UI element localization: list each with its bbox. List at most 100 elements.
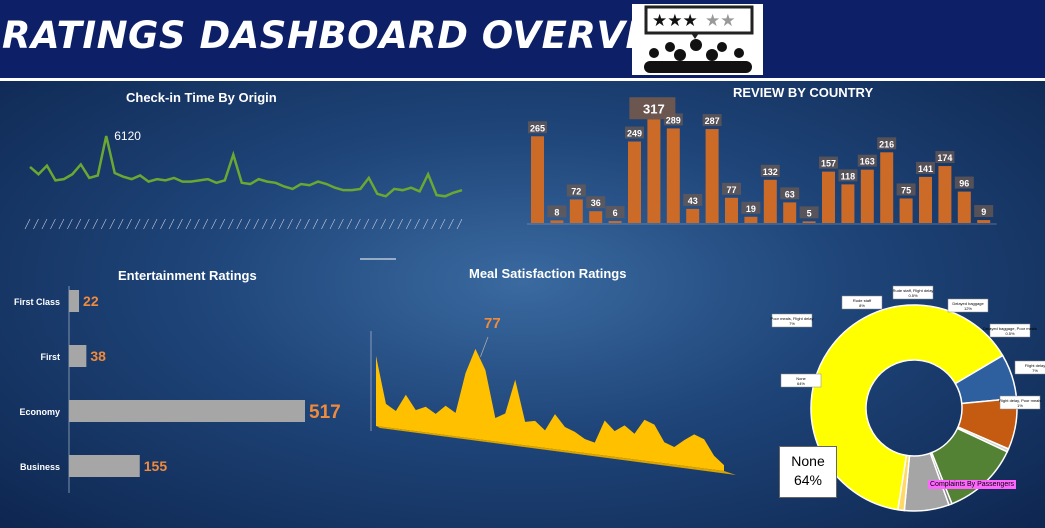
checkin-tick — [287, 218, 293, 230]
checkin-tick — [185, 218, 192, 230]
complaints-callout-pct: 0.5% — [1005, 331, 1015, 336]
checkin-tick — [456, 218, 463, 230]
review-data-label: 265 — [530, 123, 545, 133]
checkin-tick — [84, 218, 90, 230]
review-data-label: 249 — [627, 129, 642, 139]
checkin-tick — [117, 218, 124, 230]
complaints-callout-pct: 64% — [797, 381, 805, 386]
review-bar — [783, 202, 797, 223]
checkin-tick — [67, 218, 73, 230]
review-data-label: 5 — [807, 208, 812, 218]
checkin-tick — [405, 218, 412, 230]
checkin-tick — [278, 218, 285, 230]
checkin-tick — [372, 218, 378, 230]
review-bar — [608, 221, 622, 223]
review-data-label: 72 — [571, 186, 581, 196]
review-bar — [880, 152, 894, 223]
checkin-tick — [363, 218, 370, 230]
checkin-tick — [126, 218, 132, 230]
review-bar — [686, 208, 700, 223]
meal-area-chart: 77 — [370, 315, 736, 475]
checkin-tick — [177, 218, 183, 230]
review-data-label: 287 — [705, 116, 720, 126]
complaints-callout-pct: 7% — [789, 321, 795, 326]
review-bar — [957, 191, 971, 223]
checkin-tick — [219, 218, 226, 230]
review-bar — [647, 119, 661, 223]
review-data-label: 63 — [785, 189, 795, 199]
checkin-tick — [295, 218, 302, 230]
entertainment-value-label: 517 — [309, 402, 341, 423]
entertainment-bar — [69, 400, 305, 422]
meal-peak-label: 77 — [484, 315, 501, 332]
star-rating-icon: ★★★ — [652, 11, 698, 30]
checkin-tick — [143, 218, 149, 230]
donut-callout: None 64% — [779, 446, 837, 498]
review-bar — [919, 176, 932, 223]
entertainment-category-label: Business — [20, 462, 60, 472]
review-bar — [550, 220, 564, 223]
review-data-label: 141 — [918, 164, 933, 174]
entertainment-value-label: 22 — [83, 293, 99, 309]
review-bar-chart: 265 8 72 36 6 249 317289 43 287 77 19 132 63 5 157 118 1… — [527, 97, 997, 225]
complaints-callout-pct: 8% — [859, 303, 865, 308]
donut-callout-label: None — [791, 453, 825, 469]
checkin-tick — [168, 218, 175, 230]
review-data-label: 174 — [937, 153, 952, 163]
review-data-label: 216 — [879, 139, 894, 149]
review-bar — [763, 179, 777, 223]
review-data-label: 132 — [763, 167, 778, 177]
checkin-tick — [160, 218, 166, 230]
review-bar — [860, 169, 874, 223]
checkin-line-chart: 6120 — [24, 129, 463, 260]
review-data-label: 96 — [959, 179, 969, 189]
donut-callout-pct: 64% — [793, 472, 823, 488]
review-bar — [628, 141, 641, 223]
checkin-peak-label: 6120 — [114, 129, 141, 143]
review-bar — [705, 129, 719, 223]
review-bar — [822, 171, 835, 223]
checkin-tick — [109, 218, 115, 230]
review-bar — [531, 136, 544, 223]
checkin-tick — [33, 218, 39, 230]
entertainment-bar — [69, 455, 140, 477]
review-data-label: 75 — [901, 185, 911, 195]
review-bar — [938, 166, 952, 223]
review-data-label: 77 — [726, 185, 736, 195]
charts-svg: 6120 265 8 72 36 6 249 317289 43 287 77 19 132 63 5 15… — [14, 97, 1045, 512]
checkin-tick — [397, 218, 403, 230]
checkin-series-line — [29, 135, 463, 198]
review-bar — [802, 221, 816, 223]
review-bar — [666, 128, 680, 223]
checkin-tick — [414, 218, 420, 230]
review-data-label: 36 — [591, 198, 601, 208]
checkin-tick — [202, 218, 209, 230]
entertainment-value-label: 155 — [144, 458, 168, 474]
entertainment-category-label: First Class — [14, 297, 60, 307]
checkin-tick — [422, 218, 429, 230]
review-bar — [725, 197, 738, 223]
review-data-label: 118 — [841, 171, 856, 181]
checkin-tick — [304, 218, 310, 230]
checkin-tick — [244, 218, 251, 230]
review-data-label: 43 — [688, 196, 698, 206]
checkin-tick — [380, 218, 387, 230]
checkin-tick — [228, 218, 234, 230]
complaints-callout-pct: 7% — [1032, 368, 1038, 373]
review-bar — [977, 220, 991, 223]
ratings-logo: ★★★ ★★ — [632, 4, 763, 75]
checkin-tick — [24, 218, 31, 230]
checkin-tick — [134, 218, 141, 230]
checkin-tick — [92, 218, 99, 230]
checkin-tick — [261, 218, 268, 230]
donut-legend: Complaints By Passengers — [928, 480, 1017, 489]
checkin-tick — [448, 218, 454, 230]
dashboard-header: RATINGS DASHBOARD OVERVIEW — [0, 0, 1045, 81]
checkin-tick — [388, 218, 395, 230]
review-bar — [899, 198, 913, 223]
star-empty-icon: ★★ — [705, 11, 735, 30]
checkin-tick — [100, 218, 107, 230]
review-data-label: 163 — [860, 157, 875, 167]
review-bar — [744, 216, 758, 223]
review-data-label: 289 — [666, 115, 681, 125]
